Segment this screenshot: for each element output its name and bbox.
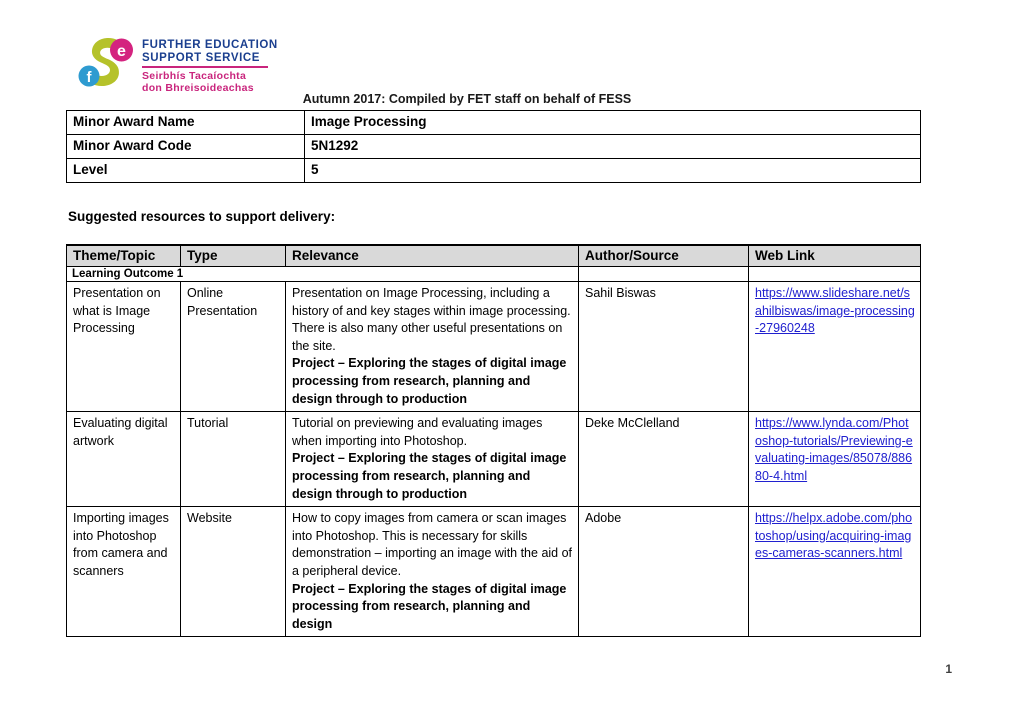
award-name-value: Image Processing [304,110,921,135]
resource-theme: Importing images into Photoshop from cam… [66,506,181,638]
logo-line-support-service: SUPPORT SERVICE [142,51,261,64]
column-header-web-link: Web Link [748,244,921,267]
resource-project-note: Project – Exploring the stages of digita… [292,581,567,631]
fess-logo-mark-icon: e f [76,36,138,92]
resource-relevance: How to copy images from camera or scan i… [285,506,579,638]
table-header-row: Theme/Topic Type Relevance Author/Source… [66,244,921,267]
fess-logo: e f FURTHER EDUCATION SUPPORT SERVICE Se… [76,36,366,94]
page-number: 1 [945,662,952,676]
logo-line-further-education: FURTHER EDUCATION [142,39,278,51]
svg-text:e: e [117,43,126,60]
resource-weblink-cell[interactable]: https://www.lynda.com/Photoshop-tutorial… [748,411,921,508]
resource-relevance-text: Tutorial on previewing and evaluating im… [292,416,543,448]
award-code-label: Minor Award Code [66,134,305,159]
resource-author: Adobe [578,506,749,638]
learning-outcome-label: Learning Outcome 1 [66,266,579,282]
learning-outcome-group-row: Learning Outcome 1 [66,266,921,282]
table-row: Level 5 [66,158,921,183]
column-header-type: Type [180,244,286,267]
learning-outcome-spacer-author [578,266,749,282]
resource-relevance: Presentation on Image Processing, includ… [285,280,579,413]
suggested-resources-table: Theme/Topic Type Relevance Author/Source… [66,244,921,638]
table-row: Importing images into Photoshop from cam… [66,506,921,638]
resource-weblink-cell[interactable]: https://helpx.adobe.com/photoshop/using/… [748,506,921,638]
award-level-value: 5 [304,158,921,183]
resource-project-note: Project – Exploring the stages of digita… [292,356,567,406]
award-code-value: 5N1292 [304,134,921,159]
table-row: Minor Award Code 5N1292 [66,134,921,159]
page-title: Suggested resources to support delivery: [68,209,336,224]
table-row: Evaluating digital artwork Tutorial Tuto… [66,411,921,508]
resource-project-note: Project – Exploring the stages of digita… [292,451,567,501]
learning-outcome-spacer-weblink [748,266,921,282]
resource-weblink-cell[interactable]: https://www.slideshare.net/sahilbiswas/i… [748,280,921,413]
resource-author: Sahil Biswas [578,280,749,413]
resource-author: Deke McClelland [578,411,749,508]
resource-relevance-text: How to copy images from camera or scan i… [292,511,573,578]
resource-weblink[interactable]: https://helpx.adobe.com/photoshop/using/… [755,511,912,560]
award-level-label: Level [66,158,305,183]
document-header: Autumn 2017: Compiled by FET staff on be… [0,92,1020,106]
award-name-label: Minor Award Name [66,110,305,135]
minor-award-table: Minor Award Name Image Processing Minor … [66,110,921,183]
table-row: Presentation on what is Image Processing… [66,280,921,413]
document-header-text: Autumn 2017: Compiled by FET staff on be… [302,92,632,106]
resource-type: Website [180,506,286,638]
logo-divider [142,66,268,68]
logo-line-irish-1: Seirbhís Tacaíochta [142,70,247,82]
resource-type: Tutorial [180,411,286,508]
resource-relevance: Tutorial on previewing and evaluating im… [285,411,579,508]
resource-type: Online Presentation [180,280,286,413]
table-row: Minor Award Name Image Processing [66,110,921,135]
resource-theme: Presentation on what is Image Processing [66,280,181,413]
resource-weblink[interactable]: https://www.lynda.com/Photoshop-tutorial… [755,416,913,483]
resource-weblink[interactable]: https://www.slideshare.net/sahilbiswas/i… [755,286,915,335]
resource-theme: Evaluating digital artwork [66,411,181,508]
fess-logo-text: FURTHER EDUCATION SUPPORT SERVICE Seirbh… [142,39,362,94]
column-header-author-source: Author/Source [578,244,749,267]
column-header-relevance: Relevance [285,244,579,267]
column-header-theme-topic: Theme/Topic [66,244,181,267]
resource-relevance-text: Presentation on Image Processing, includ… [292,286,571,353]
